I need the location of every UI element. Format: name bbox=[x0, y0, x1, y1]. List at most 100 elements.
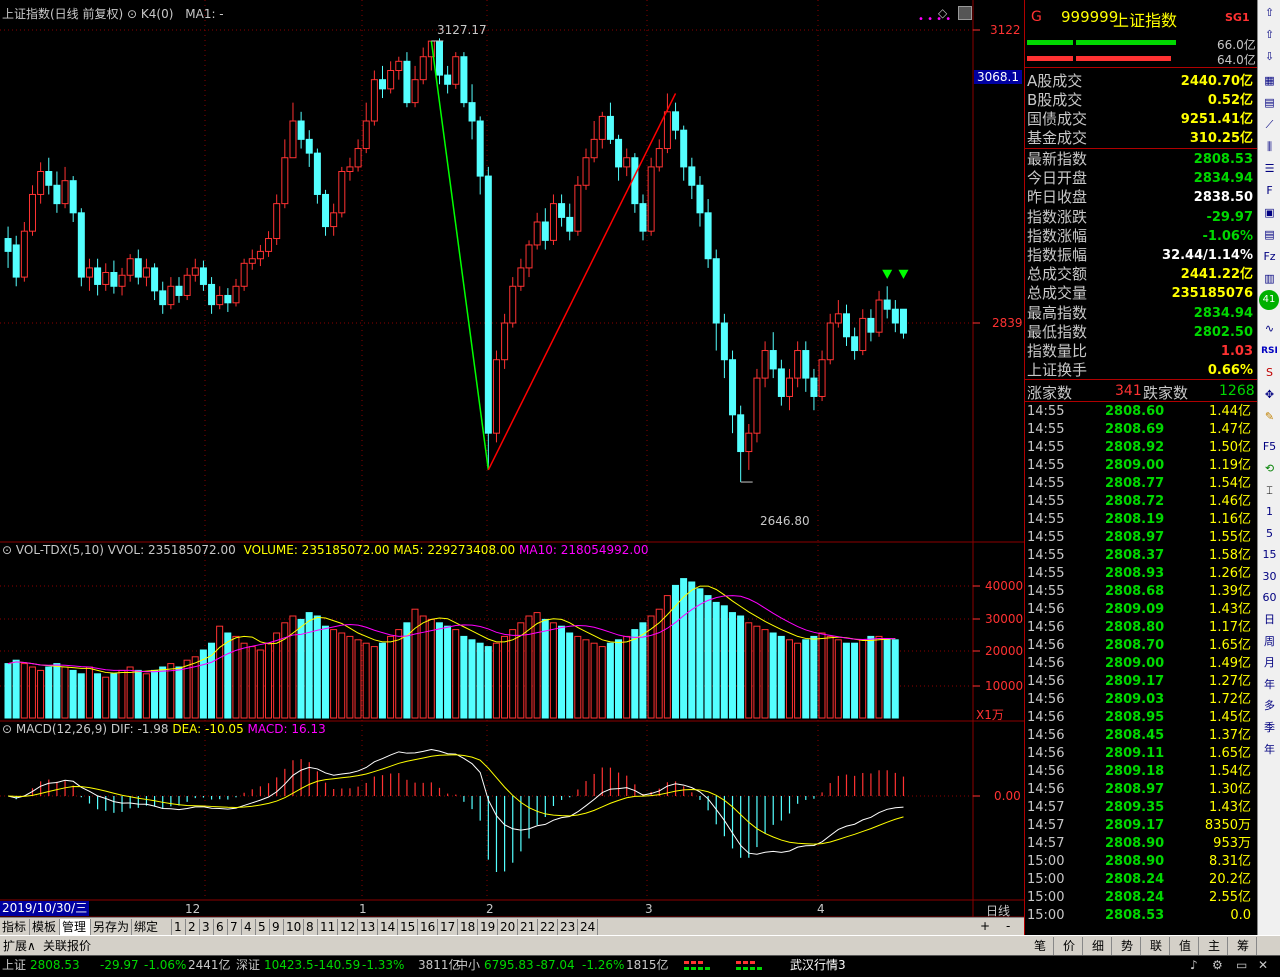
sz-name[interactable]: 深证 bbox=[236, 956, 260, 974]
panel-tab[interactable]: 联 bbox=[1143, 937, 1170, 955]
scroll-plus-button[interactable]: + bbox=[980, 919, 990, 933]
indicator-tab[interactable]: 绑定到 bbox=[132, 919, 172, 950]
period-button[interactable]: 60 bbox=[1260, 589, 1279, 607]
chart-area[interactable] bbox=[0, 0, 1024, 917]
related-quote-button[interactable]: 关联报价 bbox=[43, 937, 91, 954]
indicator-tab[interactable]: 4 bbox=[242, 919, 256, 935]
pencil-icon[interactable]: ✎ bbox=[1260, 408, 1279, 426]
period-button[interactable]: 30 bbox=[1260, 568, 1279, 586]
speaker-icon[interactable]: ♪ bbox=[1190, 956, 1198, 974]
volume-bar bbox=[256, 649, 264, 719]
wave-icon[interactable]: ∿ bbox=[1260, 320, 1279, 338]
period-button[interactable]: 季 bbox=[1260, 719, 1279, 737]
panel-tab[interactable]: 细 bbox=[1085, 937, 1112, 955]
indicator-tab[interactable]: 另存为 bbox=[91, 919, 132, 935]
close-icon[interactable]: ✕ bbox=[1258, 956, 1268, 974]
period-button[interactable]: 月 bbox=[1260, 654, 1279, 672]
dropdown-icon[interactable]: ⊙ bbox=[2, 722, 12, 736]
sg-badge[interactable]: SG1 bbox=[1225, 11, 1250, 24]
indicator-tab[interactable]: 15 bbox=[398, 919, 418, 935]
tick-price: 2808.92 bbox=[1105, 440, 1165, 455]
f10-icon[interactable]: F bbox=[1260, 182, 1279, 200]
period-button[interactable]: 1 bbox=[1260, 503, 1279, 521]
tick-amount: 1.27亿 bbox=[1209, 674, 1251, 689]
zx-name[interactable]: 中小 bbox=[456, 956, 480, 974]
indicator-tab[interactable]: 23 bbox=[558, 919, 578, 935]
refresh-icon[interactable]: ⟲ bbox=[1260, 460, 1279, 478]
indicator-tab[interactable]: 2 bbox=[186, 919, 200, 935]
candle-body bbox=[444, 74, 452, 85]
indicator-tab[interactable]: 6 bbox=[214, 919, 228, 935]
indicator-tab[interactable]: 19 bbox=[478, 919, 498, 935]
move-icon[interactable]: ✥ bbox=[1260, 386, 1279, 404]
window-icon[interactable]: ▭ bbox=[1236, 956, 1247, 974]
indicator-tab[interactable]: 10 bbox=[284, 919, 304, 935]
list-icon[interactable]: ☰ bbox=[1260, 160, 1279, 178]
ticker-label[interactable]: 武汉行情3 bbox=[790, 956, 846, 974]
maximize-icon[interactable] bbox=[958, 6, 972, 20]
period-button[interactable]: 5 bbox=[1260, 525, 1279, 543]
tick-amount: 8350万 bbox=[1204, 818, 1251, 833]
period-button[interactable]: 日 bbox=[1260, 611, 1279, 629]
badge-icon[interactable]: 41 bbox=[1259, 290, 1279, 310]
grid-icon[interactable]: ▦ bbox=[1260, 72, 1279, 90]
period-button[interactable]: 多 bbox=[1260, 697, 1279, 715]
settings-icon[interactable]: ⚙ bbox=[1212, 956, 1223, 974]
panel-tab[interactable]: 价 bbox=[1056, 937, 1083, 955]
up-arrow-icon[interactable]: ⇧ bbox=[1260, 26, 1279, 44]
f5-icon[interactable]: F5 bbox=[1260, 438, 1279, 456]
indicator-tab[interactable]: 5 bbox=[256, 919, 270, 935]
indicator-tab[interactable]: 1 bbox=[172, 919, 186, 935]
dropdown-icon[interactable]: ⊙ bbox=[2, 543, 12, 557]
line-chart-icon[interactable]: ⟋ bbox=[1260, 116, 1279, 134]
up-arrow-icon[interactable]: ⇧ bbox=[1260, 4, 1279, 22]
indicator-tab[interactable]: 11 bbox=[318, 919, 338, 935]
panel-tab[interactable]: 筹 bbox=[1230, 937, 1257, 955]
indicator-tab[interactable]: 模板 bbox=[30, 919, 60, 935]
chart-icon[interactable]: ▥ bbox=[1260, 270, 1279, 288]
period-button[interactable]: 周 bbox=[1260, 633, 1279, 651]
indicator-tab[interactable]: 管理 bbox=[60, 919, 91, 935]
indicator-tab[interactable]: 12 bbox=[338, 919, 358, 935]
panel-tab[interactable]: 主 bbox=[1201, 937, 1228, 955]
expand-button[interactable]: 扩展∧ bbox=[3, 937, 36, 954]
indicator-tab[interactable]: 9 bbox=[270, 919, 284, 935]
period-button[interactable]: 年 bbox=[1260, 741, 1279, 759]
cursor-icon[interactable]: ⌶ bbox=[1260, 482, 1279, 500]
indicator-tab[interactable]: 14 bbox=[378, 919, 398, 935]
indicator-tab[interactable]: 20 bbox=[498, 919, 518, 935]
candle-body bbox=[615, 138, 623, 168]
info-row: A股成交 2440.70亿 bbox=[1027, 72, 1255, 91]
tick-time: 15:00 bbox=[1027, 890, 1065, 905]
candle-icon[interactable]: ⫼ bbox=[1260, 138, 1279, 156]
panel-tab[interactable]: 笔 bbox=[1027, 937, 1054, 955]
fiz-icon[interactable]: Fz bbox=[1260, 248, 1279, 266]
indicator-tab[interactable]: 24 bbox=[578, 919, 598, 935]
indicator-tab[interactable]: 16 bbox=[418, 919, 438, 935]
indicator-tab[interactable]: 指标 bbox=[0, 919, 30, 935]
s-icon[interactable]: S bbox=[1260, 364, 1279, 382]
scroll-minus-button[interactable]: - bbox=[1006, 919, 1010, 933]
indicator-tab[interactable]: 8 bbox=[304, 919, 318, 935]
panel-tab[interactable]: 值 bbox=[1172, 937, 1199, 955]
indicator-tab[interactable]: 7 bbox=[228, 919, 242, 935]
panel-tab[interactable]: 势 bbox=[1114, 937, 1141, 955]
indicator-tab[interactable]: 18 bbox=[458, 919, 478, 935]
rsi-button[interactable]: RSI bbox=[1260, 342, 1279, 360]
panel-icon[interactable]: ▣ bbox=[1260, 204, 1279, 222]
sh-name[interactable]: 上证 bbox=[2, 956, 26, 974]
indicator-tab[interactable]: 21 bbox=[518, 919, 538, 935]
info-row: 今日开盘 2834.94 bbox=[1027, 169, 1255, 188]
dropdown-icon[interactable]: ⊙ bbox=[127, 7, 137, 21]
period-button[interactable]: 年 bbox=[1260, 676, 1279, 694]
down-arrow-icon[interactable]: ⇩ bbox=[1260, 48, 1279, 66]
indicator-tab[interactable]: 3 bbox=[200, 919, 214, 935]
table-icon[interactable]: ▤ bbox=[1260, 94, 1279, 112]
vol-axis-10000: 10000 bbox=[985, 679, 1024, 693]
indicator-tab[interactable]: 22 bbox=[538, 919, 558, 935]
period-button[interactable]: 15 bbox=[1260, 546, 1279, 564]
doc-icon[interactable]: ▤ bbox=[1260, 226, 1279, 244]
tick-amount: 1.49亿 bbox=[1209, 656, 1251, 671]
indicator-tab[interactable]: 13 bbox=[358, 919, 378, 935]
indicator-tab[interactable]: 17 bbox=[438, 919, 458, 935]
